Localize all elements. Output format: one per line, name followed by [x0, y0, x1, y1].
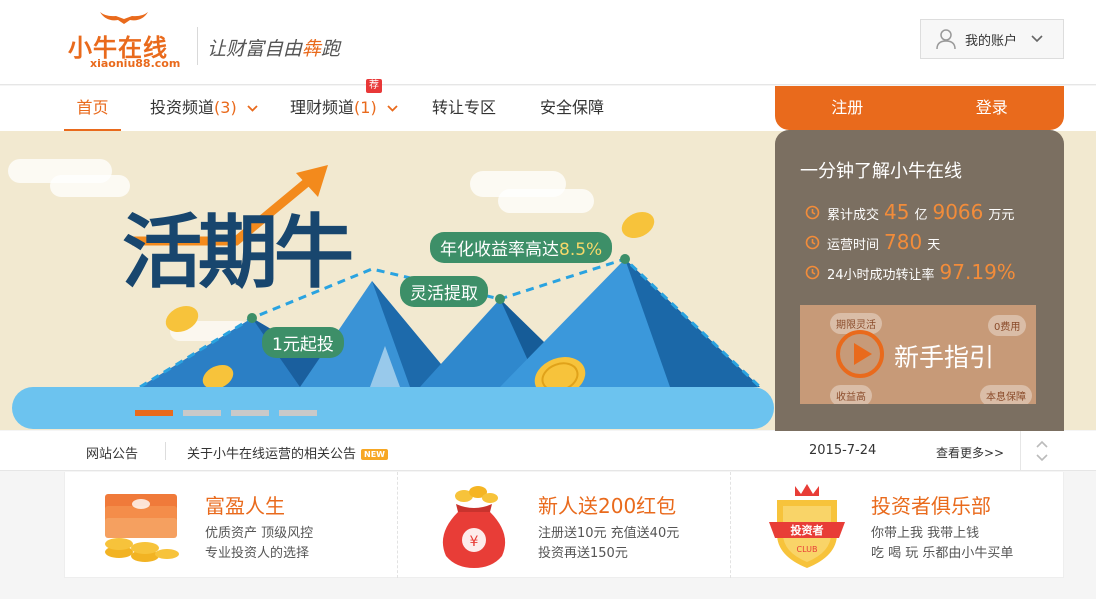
site-header: 小牛在线 xiaoniu88.com 让财富自由犇跑 我的账户	[0, 0, 1096, 85]
svg-text:¥: ¥	[470, 534, 479, 550]
feature-investor-club[interactable]: 投资者 CLUB 投资者俱乐部 你带上我 我带上钱吃 喝 玩 乐都由小牛买单	[730, 472, 1063, 578]
feature-title: 新人送200红包	[538, 494, 677, 518]
chevron-down-icon	[387, 105, 398, 112]
login-button[interactable]: 登录	[920, 86, 1065, 130]
red-envelope-icon: ¥	[442, 486, 506, 568]
coins-stack-icon	[105, 494, 179, 562]
logo-divider	[197, 27, 198, 65]
notice-link[interactable]: 关于小牛在线运营的相关公告 NEW	[187, 443, 388, 462]
user-icon	[936, 29, 956, 50]
notice-scroll-control[interactable]	[1020, 431, 1063, 471]
carousel-dots	[135, 410, 317, 416]
notice-divider	[165, 442, 166, 460]
stat-operating-days: 运营时间 780 天	[805, 230, 940, 254]
club-badge-sub: CLUB	[797, 545, 818, 554]
up-down-arrows-icon	[1036, 440, 1048, 462]
bull-horns-icon	[100, 12, 148, 24]
guide-chip: 本息保障	[980, 385, 1032, 404]
play-icon	[836, 330, 884, 378]
chevron-down-icon	[1031, 35, 1043, 43]
new-badge: NEW	[361, 449, 388, 460]
register-button[interactable]: 注册	[775, 86, 920, 130]
nav-transfer-zone[interactable]: 转让专区	[432, 86, 496, 131]
tag-start-amount: 1元起投	[262, 327, 344, 358]
nav-finance-channel[interactable]: 理财频道(1)	[290, 86, 398, 131]
newbie-guide-video[interactable]: 期限灵活 0费用 收益高 本息保障 新手指引	[800, 305, 1036, 404]
club-badge-text: 投资者	[791, 523, 824, 537]
notice-bar: 网站公告 关于小牛在线运营的相关公告 NEW 2015-7-24 查看更多>>	[0, 431, 1096, 471]
notice-label: 网站公告	[86, 447, 139, 462]
guide-chip: 0费用	[988, 315, 1027, 336]
feature-red-envelope[interactable]: ¥ 新人送200红包 注册送10元 充值送40元 投资再送150元	[397, 472, 730, 578]
stat-transfer-rate: 24小时成功转让率 97.19%	[805, 260, 1021, 284]
clock-icon	[805, 265, 820, 279]
carousel-dot[interactable]	[279, 410, 317, 416]
feature-title: 投资者俱乐部	[871, 494, 991, 518]
nav-home[interactable]: 首页	[64, 86, 121, 131]
my-account-button[interactable]: 我的账户	[920, 19, 1064, 59]
recommend-badge: 荐	[366, 79, 382, 93]
site-logo[interactable]: 小牛在线 xiaoniu88.com	[68, 10, 188, 70]
info-panel: 注册 登录 一分钟了解小牛在线 累计成交 45 亿 9066 万元 运营时间 780 天 2…	[775, 86, 1064, 431]
clock-icon	[805, 235, 820, 249]
carousel-dot[interactable]	[231, 410, 269, 416]
notice-more-link[interactable]: 查看更多>>	[936, 444, 1004, 461]
logo-url: xiaoniu88.com	[90, 57, 181, 70]
feature-desc: 优质资产 顶级风控 专业投资人的选择	[205, 526, 314, 561]
nav-security[interactable]: 安全保障	[540, 86, 604, 131]
investor-club-shield-icon: 投资者 CLUB	[769, 484, 845, 568]
clock-icon	[805, 205, 820, 219]
guide-label: 新手指引	[894, 343, 995, 372]
feature-strip: 富盈人生 优质资产 顶级风控 专业投资人的选择 ¥ 新人送200红包 注册送10元…	[64, 472, 1064, 578]
info-title: 一分钟了解小牛在线	[800, 161, 962, 182]
chevron-down-icon	[247, 105, 258, 112]
carousel-dot[interactable]	[183, 410, 221, 416]
notice-date: 2015-7-24	[809, 443, 877, 458]
stat-total-volume: 累计成交 45 亿 9066 万元	[805, 200, 1014, 224]
account-label: 我的账户	[965, 33, 1018, 49]
nav-invest-channel[interactable]: 投资频道(3)	[150, 86, 258, 131]
banner-title: 活期牛	[122, 206, 354, 299]
tag-rate: 年化收益率高达8.5%	[430, 232, 613, 263]
feature-desc: 你带上我 我带上钱吃 喝 玩 乐都由小牛买单	[871, 526, 1014, 561]
feature-rich-life[interactable]: 富盈人生 优质资产 顶级风控 专业投资人的选择	[65, 472, 397, 578]
feature-title: 富盈人生	[205, 494, 285, 518]
auth-bar: 注册 登录	[775, 86, 1065, 137]
carousel-dot[interactable]	[135, 410, 173, 416]
banner-water	[12, 387, 774, 429]
tag-flexible: 灵活提取	[400, 276, 488, 307]
feature-desc: 注册送10元 充值送40元 投资再送150元	[538, 526, 680, 561]
guide-chip: 收益高	[830, 385, 872, 404]
slogan: 让财富自由犇跑	[207, 38, 341, 60]
info-body: 一分钟了解小牛在线 累计成交 45 亿 9066 万元 运营时间 780 天 24小时成功转…	[775, 130, 1064, 431]
